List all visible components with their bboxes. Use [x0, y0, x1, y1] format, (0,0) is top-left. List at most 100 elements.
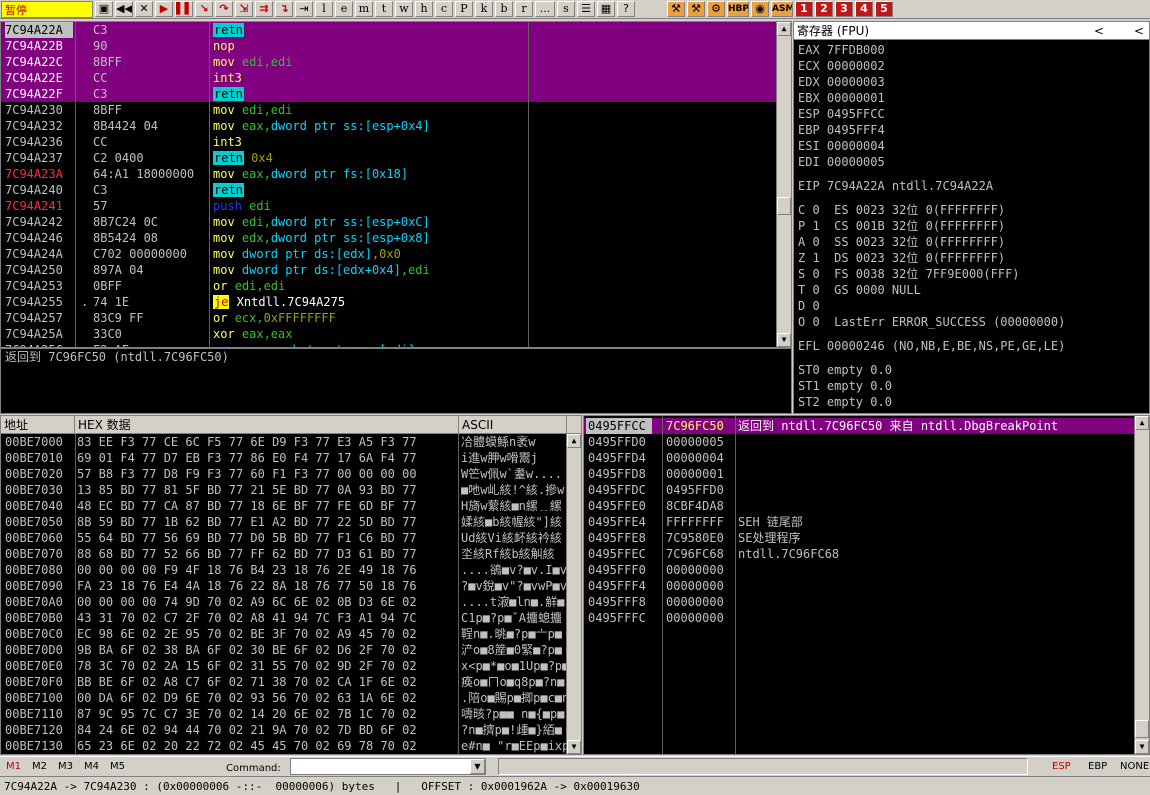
- dump-row[interactable]: 00BE70C0 EC 98 6E 02 2E 95 70 02 BE 3F 70…: [1, 626, 581, 642]
- dump-row[interactable]: 00BE70F0 BB BE 6F 02 A8 C7 6F 02 71 38 70…: [1, 674, 581, 690]
- dump-row[interactable]: 00BE7130 65 23 6E 02 20 22 72 02 45 45 70…: [1, 738, 581, 754]
- window-button-4[interactable]: w: [395, 1, 413, 17]
- stack-row[interactable]: 0495FFE4 FFFFFFFF SEH 链尾部: [584, 514, 1149, 530]
- window-button-6[interactable]: c: [435, 1, 453, 17]
- window-button-5[interactable]: h: [415, 1, 433, 17]
- disasm-row[interactable]: 7C94A255 74 1E je Xntdll.7C94A275.: [1, 294, 791, 310]
- breakpoint-icon[interactable]: ◉: [751, 1, 769, 17]
- help-icon[interactable]: ?: [617, 1, 635, 17]
- flag-row[interactable]: P 1 CS 001B 32位 0(FFFFFFFF): [794, 218, 1149, 234]
- memory-dump-panel[interactable]: 地址 HEX 数据 ASCII 00BE7000 83 EE F3 77 CE 6…: [0, 415, 582, 755]
- window-button-10[interactable]: r: [515, 1, 533, 17]
- number-button-2[interactable]: 2: [815, 1, 833, 17]
- window-button-7[interactable]: P: [455, 1, 473, 17]
- col-address[interactable]: 地址: [1, 416, 75, 434]
- window-button-9[interactable]: b: [495, 1, 513, 17]
- disasm-row[interactable]: 7C94A237 C2 0400 retn 0x4: [1, 150, 791, 166]
- dump-scrollbar[interactable]: ▲ ▼: [566, 434, 581, 754]
- stack-row[interactable]: 0495FFE8 7C9580E0 SE处理程序: [584, 530, 1149, 546]
- command-input[interactable]: [290, 758, 486, 775]
- register-esp[interactable]: ESP 0495FFCC: [794, 106, 1149, 122]
- window-button-2[interactable]: m: [355, 1, 373, 17]
- register-edx[interactable]: EDX 00000003: [794, 74, 1149, 90]
- plugin-icon[interactable]: ⚒: [667, 1, 685, 17]
- stack-row[interactable]: 0495FFD0 00000005: [584, 434, 1149, 450]
- number-button-4[interactable]: 4: [855, 1, 873, 17]
- disasm-row[interactable]: 7C94A242 8B7C24 0C mov edi,dword ptr ss:[e…: [1, 214, 791, 230]
- dump-row[interactable]: 00BE7020 57 B8 F3 77 D8 F9 F3 77 60 F1 F3…: [1, 466, 581, 482]
- efl-register[interactable]: EFL 00000246 (NO,NB,E,BE,NS,PE,GE,LE): [794, 338, 1149, 354]
- dump-row[interactable]: 00BE7060 55 64 BD 77 56 69 BD 77 D0 5B BD…: [1, 530, 581, 546]
- tab-m5[interactable]: M5: [110, 761, 125, 772]
- eip-register[interactable]: EIP 7C94A22A ntdll.7C94A22A: [794, 178, 1149, 194]
- disasm-row[interactable]: 7C94A241 57 push edi: [1, 198, 791, 214]
- dump-row[interactable]: 00BE70D0 9B BA 6F 02 38 BA 6F 02 30 BE 6F…: [1, 642, 581, 658]
- trace-into-icon[interactable]: ⇲: [235, 1, 253, 17]
- stack-row[interactable]: 0495FFD4 00000004: [584, 450, 1149, 466]
- dump-row[interactable]: 00BE7110 87 9C 95 7C C7 3E 70 02 14 20 6E…: [1, 706, 581, 722]
- scroll-up-icon[interactable]: ▲: [777, 22, 791, 36]
- disasm-row[interactable]: 7C94A25A 33C0 xor eax,eax: [1, 326, 791, 342]
- rewind-icon[interactable]: ◀◀: [115, 1, 133, 17]
- register-ebx[interactable]: EBX 00000001: [794, 90, 1149, 106]
- dump-row[interactable]: 00BE7030 13 85 BD 77 81 5F BD 77 21 5E BD…: [1, 482, 581, 498]
- flag-row[interactable]: D 0: [794, 298, 1149, 314]
- dump-row[interactable]: 00BE7050 8B 59 BD 77 1B 62 BD 77 E1 A2 BD…: [1, 514, 581, 530]
- pause-icon[interactable]: ▌▌: [175, 1, 193, 17]
- window-button-3[interactable]: t: [375, 1, 393, 17]
- reg-select-esp[interactable]: ESP: [1052, 761, 1071, 772]
- scroll-down-icon[interactable]: ▼: [777, 333, 791, 347]
- flag-row[interactable]: A 0 SS 0023 32位 0(FFFFFFFF): [794, 234, 1149, 250]
- disasm-row[interactable]: 7C94A22B 90 nop: [1, 38, 791, 54]
- scroll-up-icon[interactable]: ▲: [567, 434, 581, 448]
- disasm-scrollbar[interactable]: ▲ ▼: [776, 22, 791, 347]
- flag-row[interactable]: C 0 ES 0023 32位 0(FFFFFFFF): [794, 202, 1149, 218]
- number-button-3[interactable]: 3: [835, 1, 853, 17]
- disasm-row[interactable]: 7C94A253 0BFF or edi,edi: [1, 278, 791, 294]
- stack-panel[interactable]: 0495FFCC 7C96FC50 返回到 ntdll.7C96FC50 来自 nt…: [583, 415, 1150, 755]
- stack-row[interactable]: 0495FFF4 00000000: [584, 578, 1149, 594]
- goto-icon[interactable]: ⇥: [295, 1, 313, 17]
- disasm-row[interactable]: 7C94A22E CC int3: [1, 70, 791, 86]
- disasm-row[interactable]: 7C94A232 8B4424 04 mov eax,dword ptr ss:[e…: [1, 118, 791, 134]
- register-esi[interactable]: ESI 00000004: [794, 138, 1149, 154]
- register-ebp[interactable]: EBP 0495FFF4: [794, 122, 1149, 138]
- plugin3-icon[interactable]: ⚙: [707, 1, 725, 17]
- register-edi[interactable]: EDI 00000005: [794, 154, 1149, 170]
- stack-row[interactable]: 0495FFE0 8CBF4DA8: [584, 498, 1149, 514]
- dump-row[interactable]: 00BE7000 83 EE F3 77 CE 6C F5 77 6E D9 F3…: [1, 434, 581, 450]
- disasm-row[interactable]: 7C94A22A C3 retn: [1, 22, 791, 38]
- dump-row[interactable]: 00BE7010 69 01 F4 77 D7 EB F3 77 86 E0 F4…: [1, 450, 581, 466]
- dump-row[interactable]: 00BE7070 88 68 BD 77 52 66 BD 77 FF 62 BD…: [1, 546, 581, 562]
- scroll-thumb[interactable]: [777, 197, 791, 215]
- reg-select-none[interactable]: NONE: [1120, 761, 1149, 772]
- trace-over-icon[interactable]: ⇉: [255, 1, 273, 17]
- disasm-row[interactable]: 7C94A246 8B5424 08 mov edx,dword ptr ss:[e…: [1, 230, 791, 246]
- stack-row[interactable]: 0495FFF0 00000000: [584, 562, 1149, 578]
- plugin2-icon[interactable]: ⚒: [687, 1, 705, 17]
- tab-m2[interactable]: M2: [32, 761, 47, 772]
- registers-header[interactable]: 寄存器 (FPU) < <: [794, 22, 1149, 40]
- window-button-1[interactable]: e: [335, 1, 353, 17]
- disasm-row[interactable]: 7C94A230 8BFF mov edi,edi: [1, 102, 791, 118]
- disasm-row[interactable]: 7C94A257 83C9 FF or ecx,0xFFFFFFFF: [1, 310, 791, 326]
- register-ecx[interactable]: ECX 00000002: [794, 58, 1149, 74]
- number-button-1[interactable]: 1: [795, 1, 813, 17]
- disasm-row[interactable]: 7C94A240 C3 retn: [1, 182, 791, 198]
- flag-row[interactable]: Z 1 DS 0023 32位 0(FFFFFFFF): [794, 250, 1149, 266]
- disasm-row[interactable]: 7C94A23A 64:A1 18000000 mov eax,dword ptr …: [1, 166, 791, 182]
- step-into-icon[interactable]: ↘: [195, 1, 213, 17]
- disasm-row[interactable]: 7C94A22C 8BFF mov edi,edi: [1, 54, 791, 70]
- dump-row[interactable]: 00BE70A0 00 00 00 00 74 9D 70 02 A9 6C 6E…: [1, 594, 581, 610]
- execute-till-return-icon[interactable]: ↴: [275, 1, 293, 17]
- window-button-0[interactable]: l: [315, 1, 333, 17]
- stack-row[interactable]: 0495FFCC 7C96FC50 返回到 ntdll.7C96FC50 来自 nt…: [584, 418, 1149, 434]
- disassembly-panel[interactable]: 7C94A22A C3 retn 7C94A22B 90 nop 7C94A22C 8BFF m…: [0, 21, 792, 348]
- dump-row[interactable]: 00BE7080 00 00 00 00 F9 4F 18 76 B4 23 18…: [1, 562, 581, 578]
- fpu-row[interactable]: ST1 empty 0.0: [794, 378, 1149, 394]
- register-eax[interactable]: EAX 7FFDB000: [794, 42, 1149, 58]
- stack-row[interactable]: 0495FFFC 00000000: [584, 610, 1149, 626]
- disasm-row[interactable]: 7C94A24A C702 00000000 mov dword ptr ds:[e…: [1, 246, 791, 262]
- tab-m3[interactable]: M3: [58, 761, 73, 772]
- fpu-row[interactable]: ST2 empty 0.0: [794, 394, 1149, 410]
